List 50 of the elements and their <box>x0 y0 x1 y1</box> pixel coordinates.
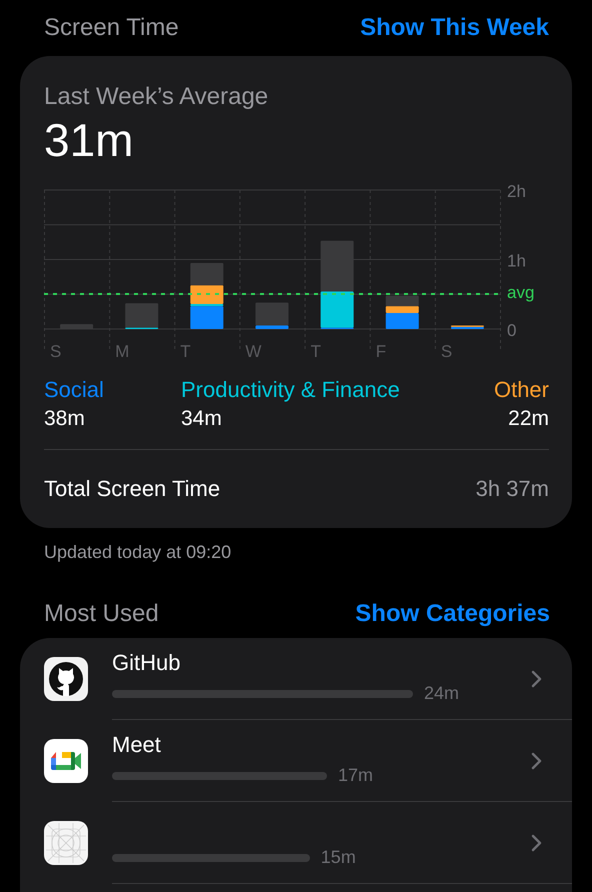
bar <box>256 326 288 329</box>
bar <box>60 324 94 329</box>
average-label: avg <box>507 282 534 303</box>
video-camera-icon <box>44 739 88 783</box>
category-label: Other <box>494 376 549 404</box>
bar <box>190 285 224 304</box>
x-tick-label: F <box>376 342 386 361</box>
x-tick-label: S <box>440 342 452 361</box>
y-tick-label: 1h <box>507 252 526 270</box>
show-this-week-link[interactable]: Show This Week <box>360 14 549 42</box>
usage-time: 17m <box>338 765 374 786</box>
section-title: Most Used <box>44 600 159 628</box>
category-time: 22m <box>508 406 549 432</box>
bar <box>190 262 224 286</box>
category-time: 34m <box>181 406 223 432</box>
average-label: Last Week’s Average <box>44 82 270 112</box>
show-categories-link[interactable]: Show Categories <box>355 600 550 628</box>
app-name: GitHub <box>112 650 180 675</box>
updated-note: Updated today at 09:20 <box>43 541 232 563</box>
cat-logo-icon <box>44 657 88 701</box>
bar <box>190 306 224 329</box>
x-tick-label: T <box>180 342 191 361</box>
total-value: 3h 37m <box>476 476 549 502</box>
category-label: Productivity & Finance <box>181 376 401 404</box>
usage-time: 24m <box>424 683 460 704</box>
x-tick-label: T <box>310 342 321 361</box>
y-tick-label: 2h <box>507 182 526 201</box>
section-title: Screen Time <box>44 14 179 42</box>
x-tick-label: M <box>115 342 130 361</box>
bar <box>190 304 224 306</box>
bar <box>256 302 288 326</box>
bar <box>386 306 419 314</box>
x-tick-label: S <box>50 342 62 361</box>
bar <box>125 303 158 328</box>
x-tick-label: W <box>245 342 262 361</box>
y-tick-label: 0 <box>507 321 516 340</box>
chevron-right-icon[interactable] <box>531 670 542 688</box>
average-value: 31m <box>44 114 134 166</box>
category-label: Social <box>44 376 105 404</box>
bar <box>320 291 354 328</box>
chevron-right-icon[interactable] <box>531 834 542 852</box>
bar <box>320 240 354 292</box>
app-placeholder-icon <box>44 821 88 865</box>
bar <box>386 296 419 306</box>
category-time: 38m <box>44 406 86 432</box>
chevron-right-icon[interactable] <box>531 752 542 770</box>
app-name: Meet <box>112 732 161 757</box>
total-label: Total Screen Time <box>44 476 220 502</box>
bar <box>386 313 419 329</box>
usage-time: 15m <box>320 847 356 868</box>
